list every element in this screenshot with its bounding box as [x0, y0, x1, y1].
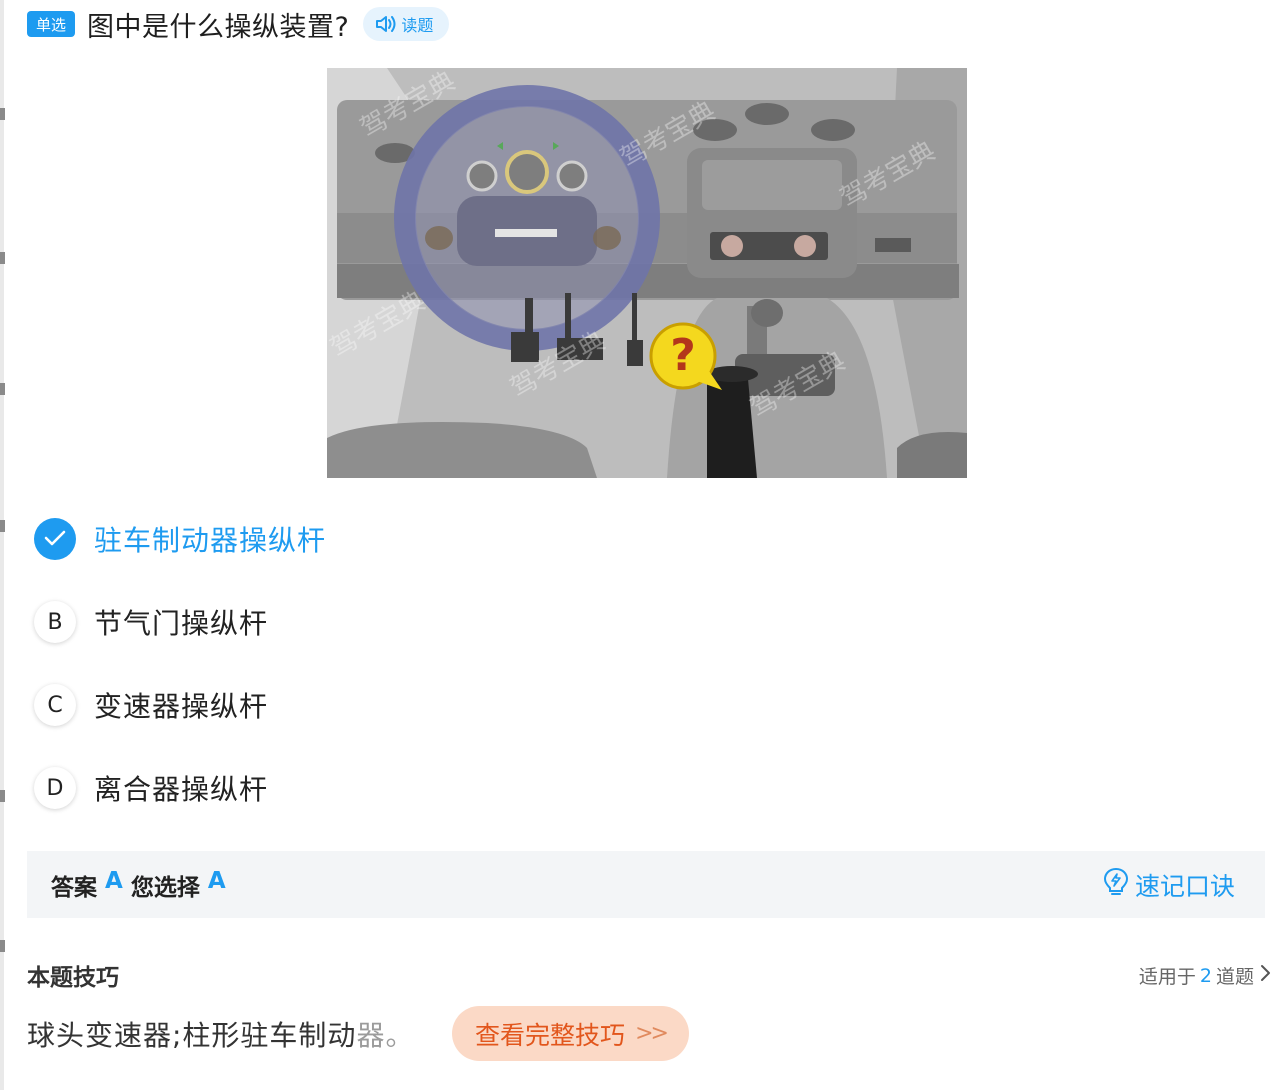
- edge-mark: [0, 940, 5, 952]
- question-title: 图中是什么操纵装置?: [87, 11, 350, 43]
- applies-prefix: 适用于: [1138, 966, 1196, 988]
- double-chevron-icon: >>: [635, 1021, 669, 1046]
- answer-summary: 答案 A 您选择 A: [51, 868, 226, 902]
- answer-bar: 答案 A 您选择 A 速记口诀: [27, 851, 1265, 918]
- tips-text: 球头变速器;柱形驻车制动器。: [27, 1014, 414, 1054]
- option-a[interactable]: 驻车制动器操纵杆: [34, 518, 326, 560]
- option-b-text: 节气门操纵杆: [94, 607, 269, 640]
- edge-mark: [0, 383, 5, 395]
- option-c-text: 变速器操纵杆: [94, 690, 269, 723]
- read-question-label: 读题: [401, 16, 434, 35]
- edge-mark: [0, 790, 5, 802]
- option-c[interactable]: C 变速器操纵杆: [34, 684, 268, 726]
- question-illustration: ? 驾考宝典 驾考宝典 驾考宝典 驾考宝典 驾考宝典 驾考宝典: [327, 68, 967, 478]
- tips-applies-link[interactable]: 适用于 2 道题: [1139, 962, 1272, 989]
- lightbulb-icon: [1103, 867, 1129, 903]
- edge-mark: [0, 108, 5, 120]
- option-c-letter[interactable]: C: [34, 684, 76, 726]
- speaker-icon: [375, 15, 397, 33]
- option-d[interactable]: D 离合器操纵杆: [34, 767, 268, 809]
- answer-label: 答案: [51, 874, 97, 901]
- option-b[interactable]: B 节气门操纵杆: [34, 601, 268, 643]
- option-b-letter[interactable]: B: [34, 601, 76, 643]
- checkmark-icon: [44, 527, 66, 552]
- chevron-right-icon: [1258, 963, 1272, 988]
- view-full-tips-button[interactable]: 查看完整技巧 >>: [452, 1006, 689, 1061]
- option-d-letter[interactable]: D: [34, 767, 76, 809]
- read-question-button[interactable]: 读题: [363, 7, 450, 41]
- applies-count: 2: [1199, 964, 1212, 987]
- answer-value: A: [105, 867, 123, 894]
- tips-text-main: 球头变速器;柱形驻车制动: [27, 1019, 357, 1052]
- your-choice-label: 您选择: [130, 874, 200, 901]
- your-choice-value: A: [207, 867, 226, 894]
- edge-mark: [0, 520, 5, 532]
- tips-text-faded: 器。: [356, 1019, 415, 1052]
- option-a-text: 驻车制动器操纵杆: [94, 524, 327, 557]
- question-mark-callout: ?: [670, 330, 696, 381]
- question-header: 单选 图中是什么操纵装置? 读题: [27, 6, 450, 43]
- mnemonic-button[interactable]: 速记口诀: [1103, 851, 1235, 918]
- left-edge-strip: [0, 0, 4, 1090]
- option-a-check[interactable]: [34, 518, 76, 560]
- question-type-badge: 单选: [27, 11, 75, 37]
- tips-title: 本题技巧: [27, 965, 119, 991]
- applies-suffix: 道题: [1215, 966, 1254, 988]
- option-d-text: 离合器操纵杆: [94, 773, 269, 806]
- mnemonic-label: 速记口诀: [1134, 871, 1235, 901]
- edge-mark: [0, 252, 5, 264]
- view-full-tips-label: 查看完整技巧: [475, 1020, 626, 1050]
